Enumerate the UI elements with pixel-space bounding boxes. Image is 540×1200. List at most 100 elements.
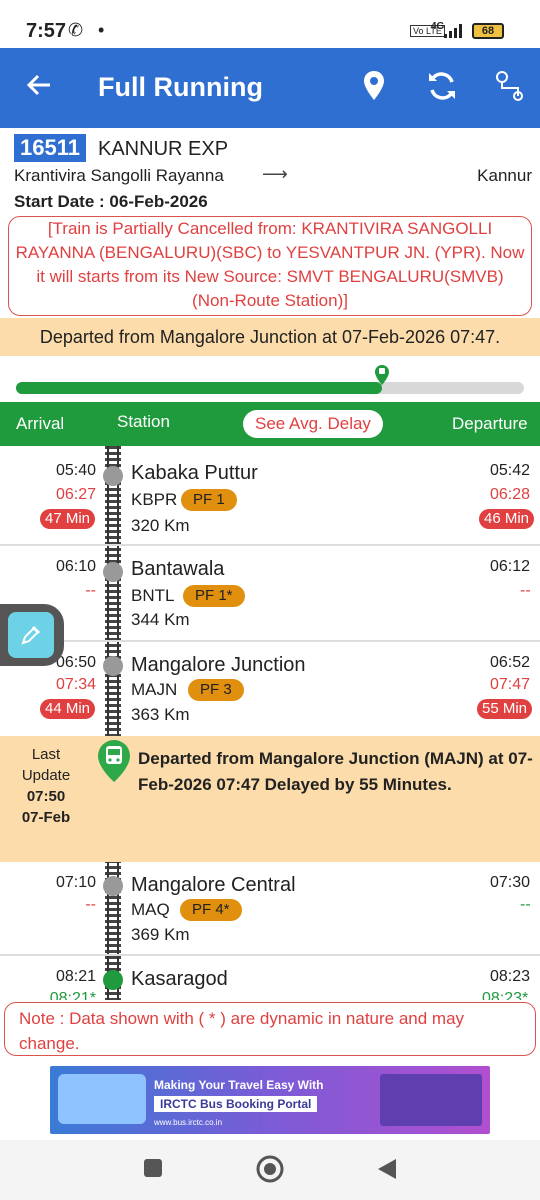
refresh-icon[interactable] <box>424 68 460 104</box>
station-name: Kabaka Puttur <box>131 462 258 484</box>
bus-illustration-icon <box>58 1074 146 1124</box>
platform-badge: PF 1* <box>183 585 245 607</box>
scheduled-arrival: 05:40 <box>55 462 96 479</box>
actual-departure: 08:23* <box>482 990 529 1000</box>
scheduled-departure: 06:12 <box>490 558 531 575</box>
station-row[interactable]: 08:21 08:21* Kasaragod 08:23 08:23* <box>0 956 540 1000</box>
actual-arrival: 07:34 <box>55 676 96 693</box>
signal-icon <box>444 24 462 38</box>
battery-icon: 68 <box>472 23 504 39</box>
arrival-delay-badge: 44 Min <box>40 699 96 719</box>
actual-arrival: 06:27 <box>55 486 96 503</box>
ad-banner[interactable]: Making Your Travel Easy With IRCTC Bus B… <box>50 1066 490 1134</box>
station-name: Bantawala <box>131 558 225 580</box>
actual-departure: -- <box>520 896 531 913</box>
station-code: MAJN <box>131 680 178 699</box>
station-row[interactable]: 06:10 -- Bantawala BNTL PF 1* 344 Km 06:… <box>0 546 540 642</box>
station-name: Mangalore Junction <box>131 654 306 676</box>
station-name: Kasaragod <box>131 968 228 990</box>
station-distance: 369 Km <box>131 925 190 944</box>
actual-arrival: 08:21* <box>49 990 96 1000</box>
station-distance: 344 Km <box>131 610 190 629</box>
last-update-message: Departed from Mangalore Junction (MAJN) … <box>138 749 533 794</box>
color-picker-icon <box>21 625 41 645</box>
network-type: 4G <box>431 21 445 32</box>
route-from: Krantivira Sangolli Rayanna <box>14 166 224 185</box>
route-map-icon[interactable] <box>492 68 528 104</box>
actual-departure: -- <box>520 582 531 599</box>
station-distance: 320 Km <box>131 516 190 535</box>
station-code: MAQ <box>131 900 170 919</box>
train-number: 16511 <box>14 134 86 162</box>
location-pin-icon[interactable] <box>356 68 392 104</box>
start-date: Start Date : 06-Feb-2026 <box>14 192 208 211</box>
station-header: Station <box>117 412 170 431</box>
station-name: Mangalore Central <box>131 874 296 896</box>
system-nav-bar <box>0 1140 540 1200</box>
route-arrow-icon: ⟶ <box>262 164 288 184</box>
station-row[interactable]: 06:50 07:34 44 Min Mangalore Junction MA… <box>0 642 540 736</box>
last-update-time: 07:50 <box>26 788 66 805</box>
station-code: KBPR <box>131 490 178 509</box>
train-position-icon <box>374 365 389 385</box>
platform-badge: PF 3 <box>188 679 244 701</box>
platform-badge: PF 4* <box>180 899 242 921</box>
ad-features-panel <box>380 1074 482 1126</box>
station-node <box>103 562 123 582</box>
last-update-label: Last <box>31 746 61 763</box>
scheduled-departure: 08:23 <box>490 968 531 985</box>
route-to: Kannur <box>477 166 532 185</box>
station-row[interactable]: 07:10 -- Mangalore Central MAQ PF 4* 369… <box>0 862 540 956</box>
arrival-delay-badge: 47 Min <box>40 509 96 529</box>
actual-departure: 07:47 <box>490 676 531 693</box>
color-picker-button[interactable] <box>0 604 64 666</box>
ad-subline: IRCTC Bus Booking Portal <box>154 1096 318 1112</box>
scheduled-departure: 05:42 <box>490 462 531 479</box>
scheduled-departure: 06:52 <box>490 654 531 671</box>
train-name: KANNUR EXP <box>98 138 229 160</box>
platform-badge: PF 1 <box>181 489 237 511</box>
station-distance: 363 Km <box>131 705 190 724</box>
table-header: Arrival Station See Avg. Delay Departure <box>0 402 540 446</box>
whatsapp-icon: ✆ <box>68 20 84 40</box>
home-icon[interactable] <box>256 1155 284 1183</box>
station-code: BNTL <box>131 586 175 605</box>
scheduled-arrival: 08:21 <box>55 968 96 985</box>
dynamic-data-note: Note : Data shown with ( * ) are dynamic… <box>4 1002 536 1056</box>
see-avg-delay-button[interactable]: See Avg. Delay <box>243 410 383 438</box>
status-time: 7:57 <box>26 20 67 42</box>
page-title: Full Running <box>98 72 263 102</box>
actual-arrival: -- <box>85 582 96 599</box>
arrival-header: Arrival <box>16 414 65 433</box>
scheduled-departure: 07:30 <box>490 874 531 891</box>
last-update-panel: Last Update 07:50 07-Feb Departed from M… <box>0 736 540 862</box>
station-node <box>103 656 123 676</box>
scheduled-arrival: 06:50 <box>55 654 96 671</box>
recents-icon[interactable] <box>143 1158 163 1178</box>
actual-departure: 06:28 <box>490 486 531 503</box>
station-node <box>103 970 123 990</box>
station-row[interactable]: 05:40 06:27 47 Min Kabaka Puttur KBPR PF… <box>0 446 540 546</box>
scheduled-arrival: 06:10 <box>55 558 96 575</box>
status-bar: 7:57 ✆ • Vo LTE 4G 68 <box>0 0 540 48</box>
ad-url: www.bus.irctc.co.in <box>154 1118 223 1127</box>
last-update-date: 07-Feb <box>21 809 71 826</box>
train-icon <box>98 740 130 782</box>
ad-headline: Making Your Travel Easy With <box>154 1078 324 1092</box>
last-update-label-2: Update <box>21 767 71 784</box>
back-arrow-icon[interactable] <box>24 70 54 100</box>
partial-cancel-notice: [Train is Partially Cancelled from: KRAN… <box>8 216 532 316</box>
departed-banner: Departed from Mangalore Junction at 07-F… <box>0 318 540 356</box>
journey-progress-bar <box>16 365 524 394</box>
back-nav-icon[interactable] <box>376 1157 398 1181</box>
progress-fill <box>16 382 382 394</box>
actual-arrival: -- <box>85 896 96 913</box>
app-bar: Full Running <box>0 48 540 128</box>
scheduled-arrival: 07:10 <box>55 874 96 891</box>
station-node <box>103 876 123 896</box>
departure-header: Departure <box>452 414 528 433</box>
departure-delay-badge: 46 Min <box>479 509 535 529</box>
departure-delay-badge: 55 Min <box>477 699 533 719</box>
color-picker-icon-bg <box>8 612 54 658</box>
station-node <box>103 466 123 486</box>
